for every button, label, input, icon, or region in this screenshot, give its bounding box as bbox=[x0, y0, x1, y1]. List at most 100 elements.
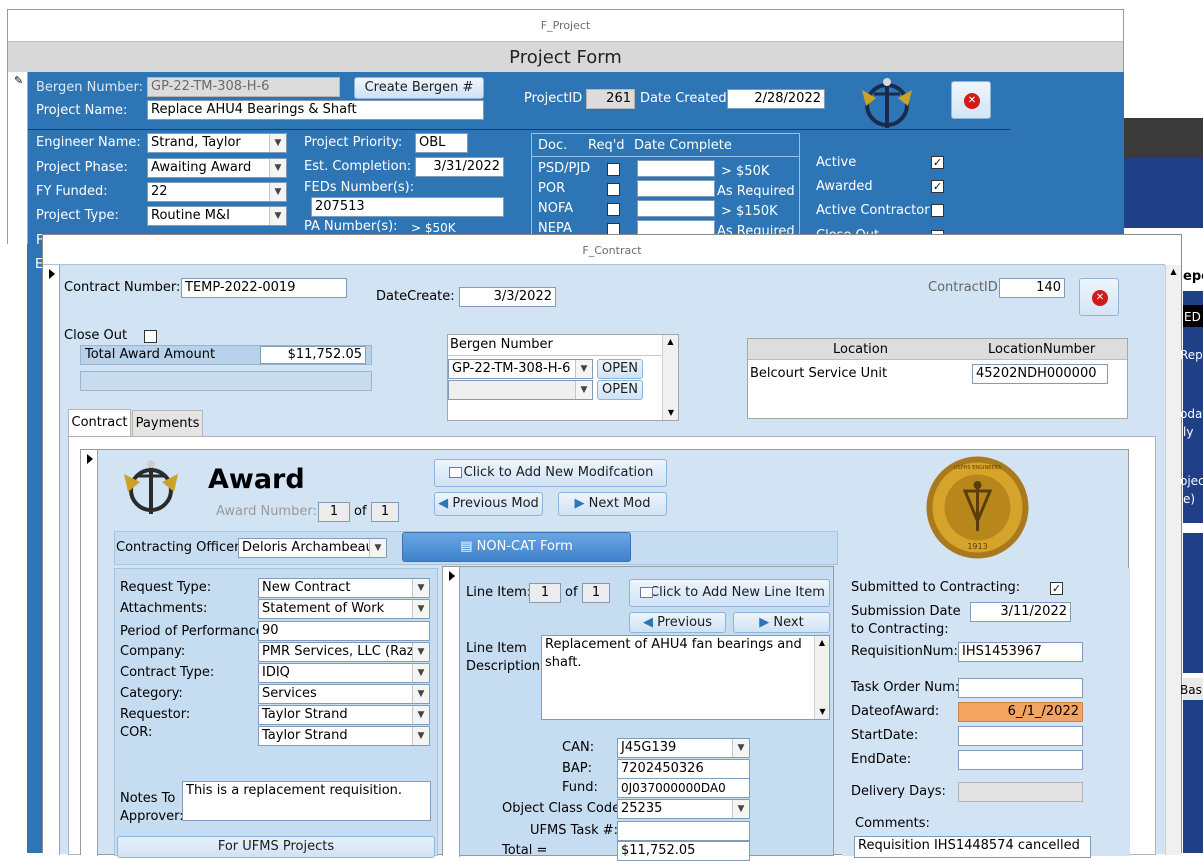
ufms-projects-button[interactable]: For UFMS Projects bbox=[117, 836, 435, 858]
doc-row-reqd-checkbox[interactable] bbox=[607, 183, 620, 196]
notes-label-line2: Approver: bbox=[120, 809, 184, 824]
record-edit-icon: ✎ bbox=[14, 74, 24, 87]
attachments-combo[interactable]: Statement of Work ▼ bbox=[258, 599, 430, 619]
submission-date-field[interactable]: 3/11/2022 bbox=[970, 602, 1071, 622]
bergen-open-button[interactable]: OPEN bbox=[597, 380, 643, 400]
project-name-field[interactable]: Replace AHU4 Bearings & Shaft bbox=[147, 100, 484, 120]
contract-type-combo[interactable]: IDIQ ▼ bbox=[258, 663, 430, 683]
previous-line-item-button[interactable]: ◀ Previous bbox=[629, 612, 726, 633]
bg-fragment: epo bbox=[1183, 269, 1203, 284]
bergen-combo[interactable]: ▼ bbox=[448, 380, 593, 400]
submitted-checkbox[interactable]: ✓ bbox=[1050, 582, 1063, 595]
chevron-down-icon[interactable]: ▼ bbox=[732, 800, 749, 818]
chevron-down-icon[interactable]: ▼ bbox=[732, 739, 749, 757]
add-record-icon bbox=[640, 587, 653, 598]
period-of-performance-field[interactable]: 90 bbox=[258, 621, 430, 641]
location-value[interactable]: Belcourt Service Unit bbox=[750, 366, 887, 382]
contract-close-button[interactable]: ✕ bbox=[1079, 278, 1119, 316]
bergen-scrollbar[interactable]: ▲ ▼ bbox=[662, 335, 678, 420]
task-order-field[interactable] bbox=[958, 678, 1083, 698]
doc-row-date-field[interactable] bbox=[637, 180, 715, 197]
engineer-name-combo[interactable]: Strand, Taylor ▼ bbox=[147, 133, 287, 153]
company-combo[interactable]: PMR Services, LLC (Razor ▼ bbox=[258, 642, 430, 662]
doc-header-reqd: Req'd bbox=[588, 138, 625, 153]
doc-row-date-field[interactable] bbox=[637, 160, 715, 177]
total-award-subtotal-box bbox=[80, 371, 372, 391]
date-create-field[interactable]: 3/3/2022 bbox=[459, 287, 556, 307]
project-close-button[interactable]: ✕ bbox=[951, 81, 991, 119]
chevron-down-icon[interactable]: ▼ bbox=[412, 643, 429, 661]
feds-number-field[interactable]: 207513 bbox=[311, 197, 504, 217]
bap-field[interactable]: 7202450326 bbox=[617, 759, 750, 779]
requisition-field[interactable]: IHS1453967 bbox=[958, 642, 1083, 662]
bergen-open-button[interactable]: OPEN bbox=[597, 359, 643, 379]
comments-field[interactable]: Requisition IHS1448574 cancelled bbox=[854, 836, 1091, 858]
add-line-item-button[interactable]: Click to Add New Line Item bbox=[629, 579, 830, 607]
chevron-down-icon[interactable]: ▼ bbox=[269, 159, 286, 177]
project-form-header: Project Form bbox=[8, 41, 1123, 72]
fy-funded-combo[interactable]: 22 ▼ bbox=[147, 182, 287, 202]
contract-window-title: F_Contract bbox=[582, 244, 642, 257]
pa-number-label: PA Number(s): bbox=[304, 219, 398, 234]
chevron-down-icon[interactable]: ▼ bbox=[369, 539, 386, 557]
end-date-field[interactable] bbox=[958, 750, 1083, 770]
bergen-combo[interactable]: GP-22-TM-308-H-6 ▼ bbox=[448, 359, 593, 379]
chevron-down-icon[interactable]: ▼ bbox=[575, 381, 592, 399]
project-phase-label: Project Phase: bbox=[36, 160, 128, 175]
chevron-down-icon[interactable]: ▼ bbox=[269, 134, 286, 152]
previous-mod-button[interactable]: ◀ Previous Mod bbox=[434, 492, 543, 516]
bergen-number-field[interactable]: GP-22-TM-308-H-6 bbox=[147, 77, 340, 97]
fund-field[interactable]: 0J037000000DA0 bbox=[617, 778, 750, 798]
add-modification-button[interactable]: Click to Add New Modifcation bbox=[434, 459, 667, 487]
project-phase-combo[interactable]: Awaiting Award ▼ bbox=[147, 158, 287, 178]
status-active-contractor-checkbox[interactable] bbox=[931, 204, 944, 217]
location-number-field[interactable]: 45202NDH000000 bbox=[972, 364, 1108, 384]
noncat-form-button[interactable]: ▤ NON-CAT Form bbox=[402, 532, 631, 562]
category-combo[interactable]: Services ▼ bbox=[258, 684, 430, 704]
next-line-item-button[interactable]: ▶ Next bbox=[733, 612, 830, 633]
close-out-checkbox[interactable] bbox=[144, 330, 157, 343]
ufms-task-field[interactable] bbox=[617, 821, 750, 841]
date-created-field[interactable]: 2/28/2022 bbox=[727, 89, 825, 109]
tab-contract[interactable]: Contract bbox=[68, 409, 131, 436]
doc-row-reqd-checkbox[interactable] bbox=[607, 163, 620, 176]
requestor-combo[interactable]: Taylor Strand ▼ bbox=[258, 705, 430, 725]
feds-number-label: FEDs Number(s): bbox=[304, 180, 415, 195]
notes-to-approver-field[interactable]: This is a replacement requisition. bbox=[182, 781, 431, 821]
contracting-officer-combo[interactable]: Deloris Archambeau ▼ bbox=[238, 538, 387, 558]
total-award-label: Total Award Amount bbox=[85, 347, 216, 362]
est-completion-field[interactable]: 3/31/2022 bbox=[415, 157, 504, 177]
award-of-label: of bbox=[354, 504, 367, 519]
chevron-down-icon[interactable]: ▼ bbox=[412, 685, 429, 703]
status-active-checkbox[interactable]: ✓ bbox=[931, 156, 944, 169]
status-awarded-checkbox[interactable]: ✓ bbox=[931, 180, 944, 193]
chevron-down-icon[interactable]: ▼ bbox=[412, 727, 429, 745]
line-item-of-label: of bbox=[565, 585, 578, 600]
date-of-award-field[interactable]: 6_/1_/2022 bbox=[958, 702, 1083, 722]
chevron-down-icon[interactable]: ▼ bbox=[269, 207, 286, 225]
object-class-combo[interactable]: 25235 ▼ bbox=[617, 799, 750, 819]
chevron-down-icon[interactable]: ▼ bbox=[412, 706, 429, 724]
next-mod-button[interactable]: ▶ Next Mod bbox=[558, 492, 667, 516]
description-scrollbar[interactable]: ▲ ▼ bbox=[814, 636, 829, 719]
project-priority-field[interactable]: OBL bbox=[415, 133, 468, 153]
doc-row-date-field[interactable] bbox=[637, 200, 715, 217]
doc-row-reqd-checkbox[interactable] bbox=[607, 203, 620, 216]
chevron-down-icon[interactable]: ▼ bbox=[269, 183, 286, 201]
create-bergen-button[interactable]: Create Bergen # bbox=[354, 77, 484, 99]
chevron-down-icon[interactable]: ▼ bbox=[412, 664, 429, 682]
cor-combo[interactable]: Taylor Strand ▼ bbox=[258, 726, 430, 746]
tab-payments[interactable]: Payments bbox=[132, 410, 203, 436]
contract-scrollbar[interactable]: ▲ bbox=[1165, 265, 1181, 855]
award-number-field: 1 bbox=[318, 502, 350, 522]
chevron-down-icon[interactable]: ▼ bbox=[412, 600, 429, 618]
bg-fragment: e) bbox=[1183, 492, 1196, 506]
project-type-combo[interactable]: Routine M&I ▼ bbox=[147, 206, 287, 226]
start-date-field[interactable] bbox=[958, 726, 1083, 746]
chevron-down-icon[interactable]: ▼ bbox=[575, 360, 592, 378]
request-type-combo[interactable]: New Contract ▼ bbox=[258, 578, 430, 598]
can-combo[interactable]: J45G139 ▼ bbox=[617, 738, 750, 758]
line-item-description-field[interactable]: Replacement of AHU4 fan bearings and sha… bbox=[541, 635, 830, 720]
contract-number-field[interactable]: TEMP-2022-0019 bbox=[181, 278, 347, 298]
chevron-down-icon[interactable]: ▼ bbox=[412, 579, 429, 597]
